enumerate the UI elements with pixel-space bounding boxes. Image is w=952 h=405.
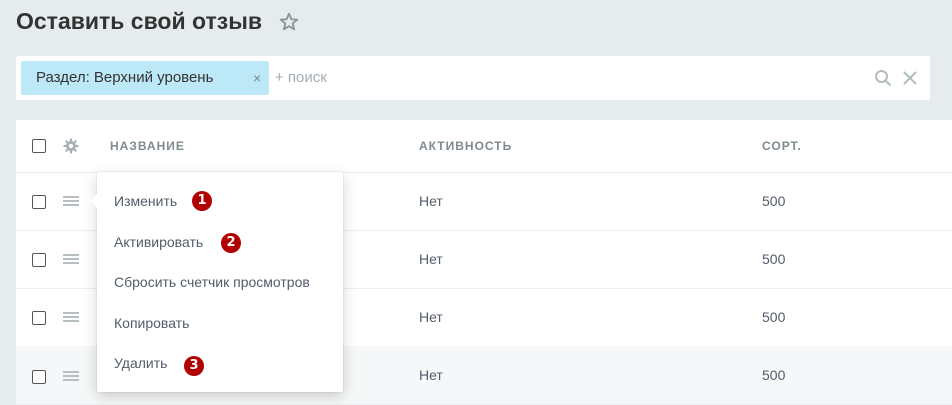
row-checkbox[interactable] (32, 311, 46, 325)
cell-active: Нет (419, 193, 443, 209)
star-icon[interactable] (278, 11, 300, 33)
menu-item-activate[interactable]: Активировать (114, 232, 203, 252)
search-icon[interactable] (874, 69, 892, 87)
cell-active: Нет (419, 251, 443, 267)
menu-item-edit[interactable]: Изменить (114, 191, 177, 211)
select-all-checkbox[interactable] (32, 139, 46, 153)
row-checkbox[interactable] (32, 370, 46, 384)
context-menu-arrow (90, 194, 97, 208)
row-menu-icon[interactable] (63, 371, 79, 381)
step-badge: 1 (192, 191, 212, 211)
grid-header: НАЗВАНИЕ АКТИВНОСТЬ СОРТ. (16, 120, 952, 173)
row-menu-icon[interactable] (63, 254, 79, 264)
column-header-active[interactable]: АКТИВНОСТЬ (419, 120, 512, 172)
row-checkbox[interactable] (32, 253, 46, 267)
menu-item-copy[interactable]: Копировать (114, 313, 189, 333)
cell-sort: 500 (762, 251, 786, 267)
step-badge: 3 (184, 356, 204, 376)
cell-sort: 500 (762, 309, 786, 325)
row-menu-icon[interactable] (63, 312, 79, 322)
step-badge: 2 (221, 233, 241, 253)
cell-active: Нет (419, 367, 443, 383)
cell-sort: 500 (762, 193, 786, 209)
filter-search-bar[interactable]: Раздел: Верхний уровень × + поиск (16, 56, 930, 100)
gear-icon[interactable] (63, 138, 79, 154)
row-menu-icon[interactable] (63, 196, 79, 206)
filter-chip-remove-icon[interactable]: × (253, 61, 261, 95)
search-input[interactable]: + поиск (275, 56, 327, 100)
column-header-name[interactable]: НАЗВАНИЕ (110, 120, 185, 172)
column-header-sort[interactable]: СОРТ. (762, 120, 802, 172)
row-context-menu: Изменить Активировать Сбросить счетчик п… (90, 172, 343, 392)
page-title: Оставить свой отзыв (16, 8, 262, 34)
filter-chip[interactable]: Раздел: Верхний уровень × (21, 61, 269, 95)
row-checkbox[interactable] (32, 195, 46, 209)
cell-active: Нет (419, 309, 443, 325)
clear-icon[interactable] (902, 70, 918, 86)
page-title-row: Оставить свой отзыв (16, 8, 300, 35)
filter-chip-label: Раздел: Верхний уровень (36, 69, 214, 86)
menu-item-delete[interactable]: Удалить (114, 353, 167, 373)
menu-item-reset-views[interactable]: Сбросить счетчик просмотров (114, 272, 310, 292)
cell-sort: 500 (762, 367, 786, 383)
